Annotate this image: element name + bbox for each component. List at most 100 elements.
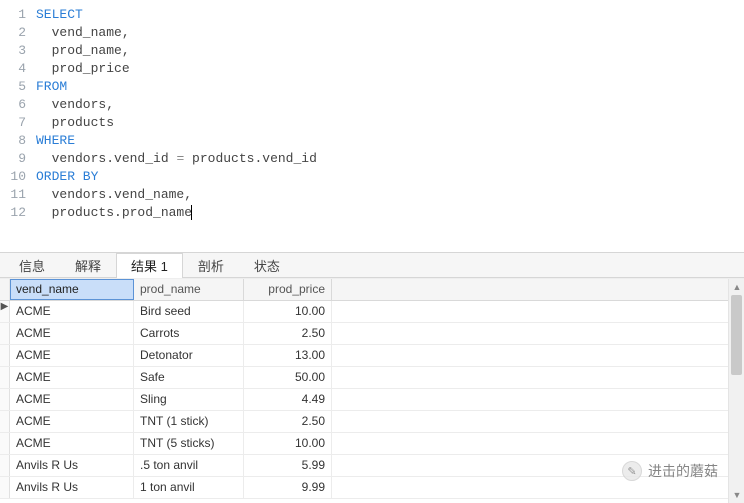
table-row[interactable]: ACMETNT (5 sticks)10.00 [0, 433, 728, 455]
code-line[interactable]: 12 products.prod_name [0, 204, 744, 222]
code-line[interactable]: 8WHERE [0, 132, 744, 150]
table-row[interactable]: Anvils R Us.5 ton anvil5.99 [0, 455, 728, 477]
code-line[interactable]: 11 vendors.vend_name, [0, 186, 744, 204]
code-line[interactable]: 5FROM [0, 78, 744, 96]
code-line[interactable]: 2 vend_name, [0, 24, 744, 42]
line-number: 3 [0, 42, 36, 60]
cell-prod_name[interactable]: TNT (1 stick) [134, 411, 244, 432]
code-text: SELECT [36, 6, 83, 24]
sql-editor[interactable]: 1SELECT2 vend_name,3 prod_name,4 prod_pr… [0, 0, 744, 252]
row-indicator [0, 433, 10, 454]
table-row[interactable]: ACMESling4.49 [0, 389, 728, 411]
row-indicator [0, 477, 10, 498]
cell-prod_name[interactable]: Sling [134, 389, 244, 410]
table-row[interactable]: Anvils R Us1 ton anvil9.99 [0, 477, 728, 499]
grid-header: vend_nameprod_nameprod_price [0, 279, 728, 301]
row-indicator [0, 345, 10, 366]
cell-vend_name[interactable]: ACME [10, 345, 134, 366]
cell-prod_price[interactable]: 4.49 [244, 389, 332, 410]
line-number: 10 [0, 168, 36, 186]
cell-vend_name[interactable]: Anvils R Us [10, 477, 134, 498]
table-row[interactable]: ACMETNT (1 stick)2.50 [0, 411, 728, 433]
watermark-text: 进击的蘑菇 [648, 461, 718, 481]
vertical-scrollbar[interactable]: ▲ ▼ [728, 279, 744, 503]
row-indicator [0, 455, 10, 476]
cell-prod_name[interactable]: Detonator [134, 345, 244, 366]
code-text: vendors, [36, 96, 114, 114]
watermark: ✎ 进击的蘑菇 [622, 461, 718, 481]
cell-vend_name[interactable]: Anvils R Us [10, 455, 134, 476]
code-text: vendors.vend_id = products.vend_id [36, 150, 317, 168]
table-row[interactable]: ACMECarrots2.50 [0, 323, 728, 345]
tab-剖析[interactable]: 剖析 [183, 253, 239, 279]
cell-prod_name[interactable]: Bird seed [134, 301, 244, 322]
code-line[interactable]: 1SELECT [0, 6, 744, 24]
line-number: 9 [0, 150, 36, 168]
row-indicator [0, 323, 10, 344]
scroll-track[interactable] [729, 295, 744, 487]
cell-prod_name[interactable]: TNT (5 sticks) [134, 433, 244, 454]
cell-prod_price[interactable]: 13.00 [244, 345, 332, 366]
code-line[interactable]: 7 products [0, 114, 744, 132]
cell-vend_name[interactable]: ACME [10, 323, 134, 344]
wechat-icon: ✎ [622, 461, 642, 481]
column-header-prod_price[interactable]: prod_price [244, 279, 332, 300]
code-line[interactable]: 10ORDER BY [0, 168, 744, 186]
code-text: products [36, 114, 114, 132]
row-indicator [0, 389, 10, 410]
tab-解释[interactable]: 解释 [60, 253, 116, 279]
code-text: ORDER BY [36, 168, 98, 186]
cell-prod_name[interactable]: Safe [134, 367, 244, 388]
cell-prod_price[interactable]: 2.50 [244, 323, 332, 344]
cell-vend_name[interactable]: ACME [10, 433, 134, 454]
cell-prod_price[interactable]: 5.99 [244, 455, 332, 476]
line-number: 6 [0, 96, 36, 114]
cell-prod_name[interactable]: 1 ton anvil [134, 477, 244, 498]
code-line[interactable]: 4 prod_price [0, 60, 744, 78]
tab-结果 1[interactable]: 结果 1 [116, 253, 183, 279]
scroll-down-icon[interactable]: ▼ [729, 487, 744, 503]
cell-prod_price[interactable]: 50.00 [244, 367, 332, 388]
line-number: 12 [0, 204, 36, 222]
cell-prod_price[interactable]: 2.50 [244, 411, 332, 432]
line-number: 2 [0, 24, 36, 42]
code-text: products.prod_name [36, 204, 192, 222]
line-number: 11 [0, 186, 36, 204]
tab-信息[interactable]: 信息 [4, 253, 60, 279]
line-number: 7 [0, 114, 36, 132]
result-grid[interactable]: vend_nameprod_nameprod_price▶ACMEBird se… [0, 279, 728, 503]
code-line[interactable]: 6 vendors, [0, 96, 744, 114]
cell-prod_price[interactable]: 9.99 [244, 477, 332, 498]
cell-vend_name[interactable]: ACME [10, 389, 134, 410]
cell-vend_name[interactable]: ACME [10, 411, 134, 432]
cell-vend_name[interactable]: ACME [10, 301, 134, 322]
row-indicator [0, 411, 10, 432]
code-text: prod_price [36, 60, 130, 78]
table-row[interactable]: ACMESafe50.00 [0, 367, 728, 389]
cell-prod_price[interactable]: 10.00 [244, 301, 332, 322]
result-tabs: 信息解释结果 1剖析状态 [0, 252, 744, 278]
table-row[interactable]: ▶ACMEBird seed10.00 [0, 301, 728, 323]
code-text: prod_name, [36, 42, 130, 60]
code-text: FROM [36, 78, 67, 96]
scroll-up-icon[interactable]: ▲ [729, 279, 744, 295]
cell-prod_name[interactable]: Carrots [134, 323, 244, 344]
cell-vend_name[interactable]: ACME [10, 367, 134, 388]
row-indicator-header [0, 279, 10, 300]
column-header-prod_name[interactable]: prod_name [134, 279, 244, 300]
code-line[interactable]: 3 prod_name, [0, 42, 744, 60]
scroll-thumb[interactable] [731, 295, 742, 375]
column-header-vend_name[interactable]: vend_name [10, 279, 134, 300]
code-text: vend_name, [36, 24, 130, 42]
table-row[interactable]: ACMEDetonator13.00 [0, 345, 728, 367]
line-number: 5 [0, 78, 36, 96]
tab-状态[interactable]: 状态 [239, 253, 295, 279]
code-line[interactable]: 9 vendors.vend_id = products.vend_id [0, 150, 744, 168]
row-indicator: ▶ [0, 301, 10, 322]
cell-prod_price[interactable]: 10.00 [244, 433, 332, 454]
line-number: 8 [0, 132, 36, 150]
code-text: WHERE [36, 132, 75, 150]
cell-prod_name[interactable]: .5 ton anvil [134, 455, 244, 476]
line-number: 1 [0, 6, 36, 24]
row-indicator [0, 367, 10, 388]
